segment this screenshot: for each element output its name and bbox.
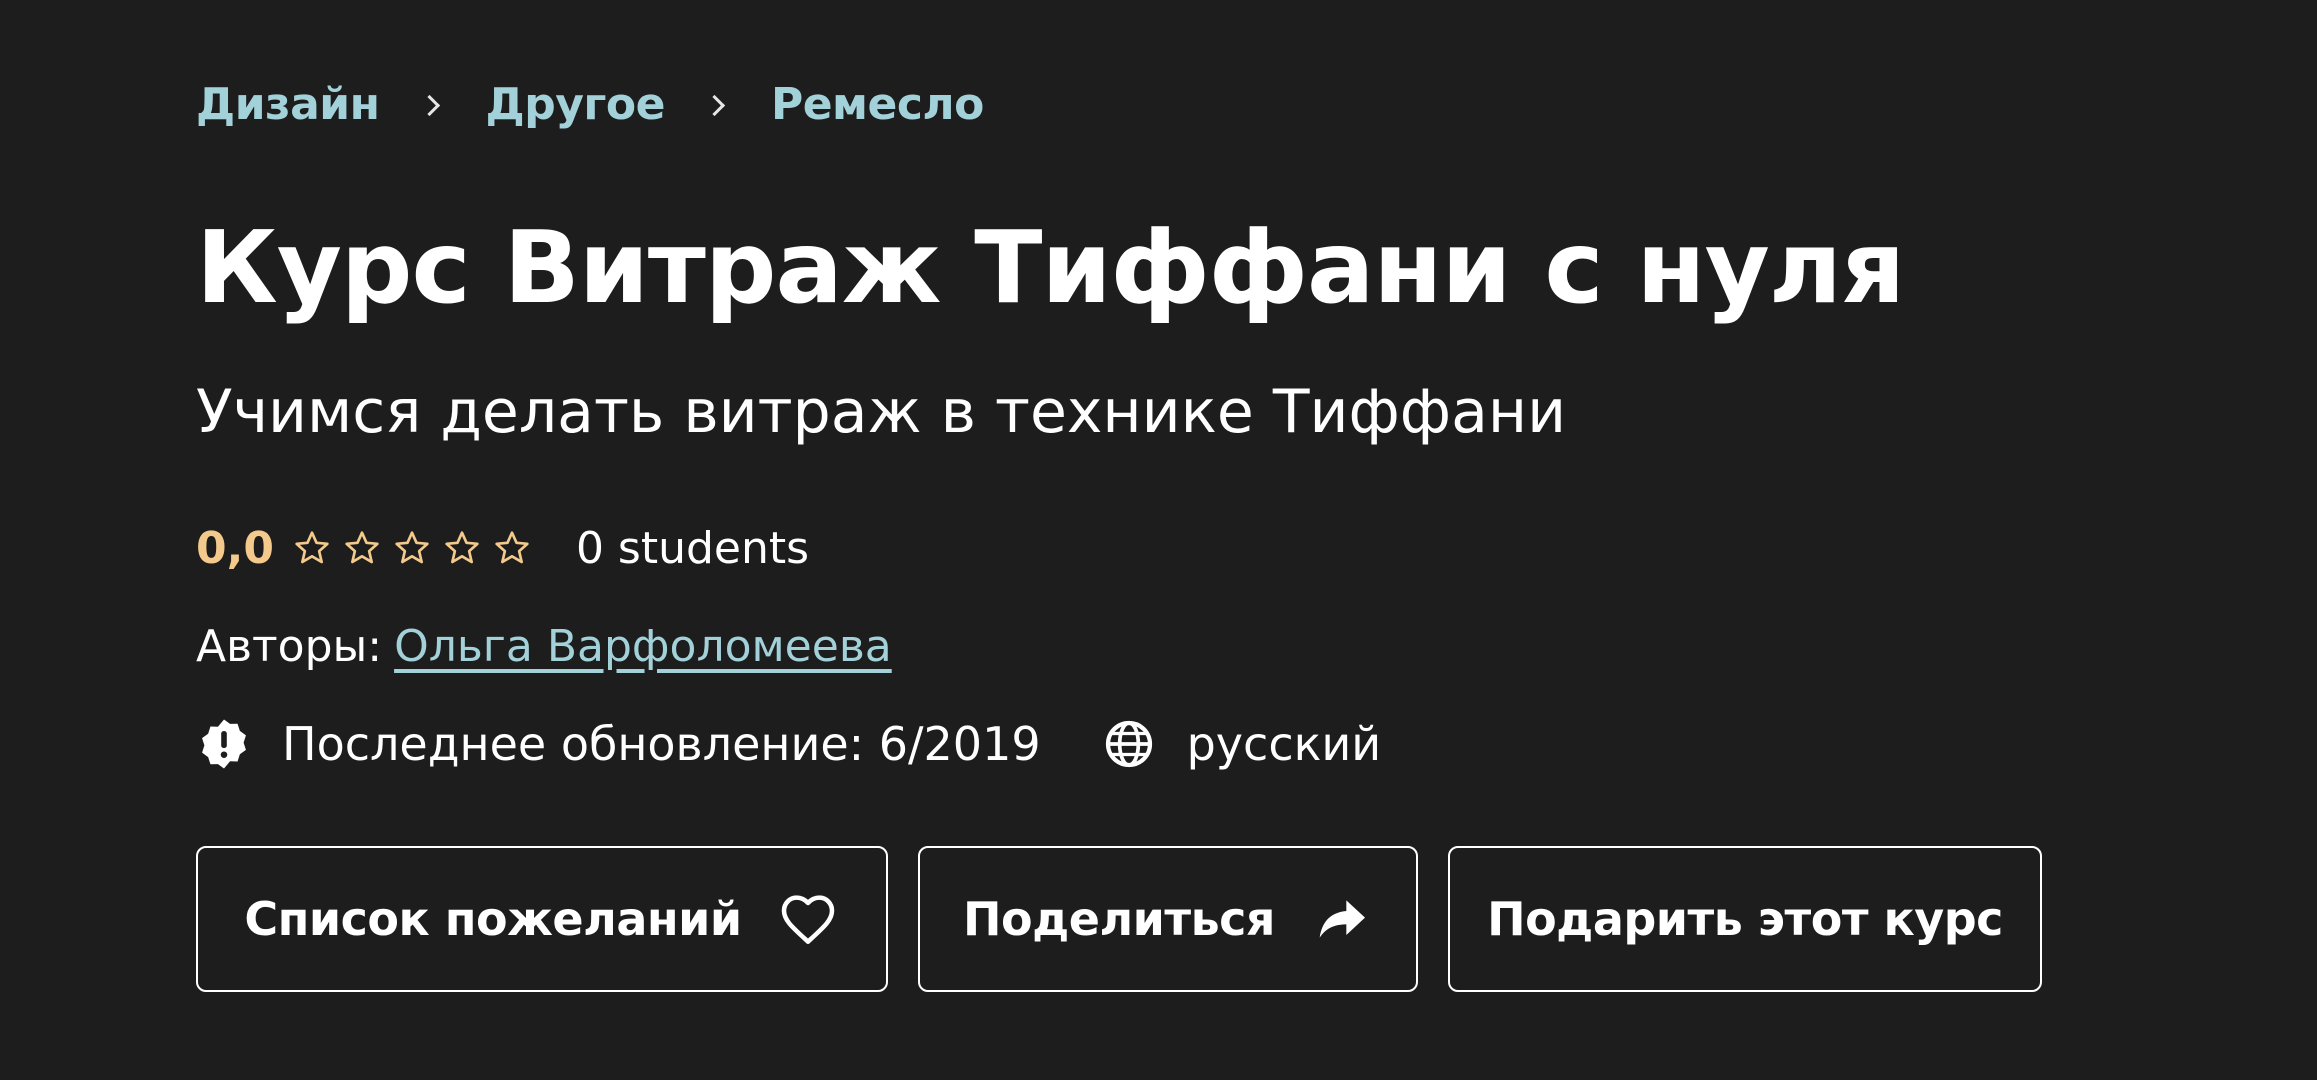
rating-value: 0,0 [196, 522, 274, 574]
breadcrumb-item-other[interactable]: Другое [486, 79, 666, 130]
wishlist-button-label: Список пожеланий [244, 892, 742, 946]
star-outline-icon [492, 528, 532, 568]
authors-label: Авторы: [196, 620, 383, 672]
chevron-right-icon [705, 94, 725, 114]
star-outline-icon [392, 528, 432, 568]
heart-icon [776, 887, 840, 951]
star-outline-icon [442, 528, 482, 568]
share-button[interactable]: Поделиться [918, 846, 1418, 992]
alert-badge-icon [196, 716, 252, 772]
star-outline-icon [292, 528, 332, 568]
authors-row: Авторы: Ольга Варфоломеева [196, 616, 892, 676]
course-language: русский [1186, 717, 1382, 771]
wishlist-button[interactable]: Список пожеланий [196, 846, 888, 992]
course-header: Дизайн Другое Ремесло Курс Витраж Тиффан… [0, 0, 2317, 1080]
last-updated: Последнее обновление: 6/2019 [282, 717, 1041, 771]
share-button-label: Поделиться [963, 892, 1275, 946]
rating-row: 0,0 0 students [196, 518, 809, 578]
share-arrow-icon [1309, 887, 1373, 951]
breadcrumb-item-design[interactable]: Дизайн [196, 79, 380, 130]
action-buttons: Список пожеланий Поделиться Подарить это… [196, 846, 2042, 992]
chevron-right-icon [420, 94, 440, 114]
course-title: Курс Витраж Тиффани с нуля [196, 209, 1905, 326]
rating-stars [292, 528, 542, 568]
breadcrumb-item-craft[interactable]: Ремесло [771, 79, 984, 130]
course-subtitle: Учимся делать витраж в технике Тиффани [196, 377, 1567, 447]
students-count: 0 students [575, 522, 810, 574]
globe-icon [1101, 716, 1157, 772]
gift-course-button-label: Подарить этот курс [1487, 892, 2003, 946]
gift-course-button[interactable]: Подарить этот курс [1448, 846, 2042, 992]
meta-row: Последнее обновление: 6/2019 русский [196, 714, 1381, 774]
star-outline-icon [342, 528, 382, 568]
breadcrumb: Дизайн Другое Ремесло [196, 76, 984, 132]
author-link[interactable]: Ольга Варфоломеева [394, 621, 892, 672]
